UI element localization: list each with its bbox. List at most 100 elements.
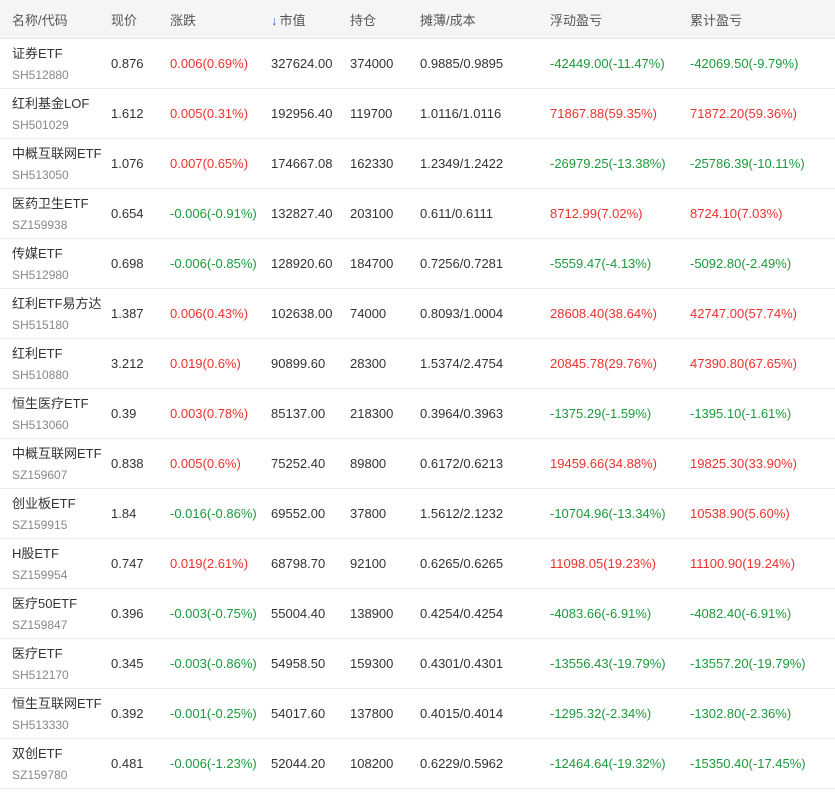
acc-pl-cell: -15350.40(-17.45%): [690, 756, 806, 771]
table-row[interactable]: 恒生医疗ETF SH513060 0.39 0.003(0.78%) 85137.00 2…: [0, 389, 835, 439]
fund-cell[interactable]: 传媒ETF SH512980: [0, 245, 111, 283]
price-cell: 1.387: [111, 306, 144, 321]
table-row[interactable]: 红利ETF易方达 SH515180 1.387 0.006(0.43%) 102638.…: [0, 289, 835, 339]
holdings-table: 名称/代码 现价 涨跌 ↓ 市值 持仓 摊薄/成本 浮动盈亏 累计盈亏 证券ETF…: [0, 0, 835, 789]
fund-name[interactable]: 红利ETF易方达: [12, 295, 111, 313]
col-header-float-pl[interactable]: 浮动盈亏: [550, 10, 690, 29]
col-header-acc-pl[interactable]: 累计盈亏: [690, 10, 835, 29]
price-cell: 0.838: [111, 456, 144, 471]
fund-code: SZ159954: [12, 567, 68, 582]
cost-cell: 0.3964/0.3963: [420, 406, 504, 421]
fund-name[interactable]: 证券ETF: [12, 45, 111, 63]
market-value-cell: 85137.00: [271, 406, 326, 421]
col-header-position[interactable]: 持仓: [350, 10, 420, 29]
table-row[interactable]: 中概互联网ETF SZ159607 0.838 0.005(0.6%) 75252.40…: [0, 439, 835, 489]
market-value-cell: 55004.40: [271, 606, 326, 621]
fund-cell[interactable]: 恒生互联网ETF SH513330: [0, 695, 111, 733]
table-row[interactable]: 红利基金LOF SH501029 1.612 0.005(0.31%) 192956.4…: [0, 89, 835, 139]
price-cell: 1.84: [111, 506, 137, 521]
price-cell: 0.392: [111, 706, 144, 721]
fund-code: SH513050: [12, 167, 69, 182]
float-pl-cell: -10704.96(-13.34%): [550, 506, 666, 521]
fund-cell[interactable]: 双创ETF SZ159780: [0, 745, 111, 783]
table-row[interactable]: 传媒ETF SH512980 0.698 -0.006(-0.85%) 128920.6…: [0, 239, 835, 289]
fund-cell[interactable]: 医药卫生ETF SZ159938: [0, 195, 111, 233]
acc-pl-cell: 8724.10(7.03%): [690, 206, 783, 221]
cost-cell: 0.8093/1.0004: [420, 306, 504, 321]
fund-name[interactable]: 医药卫生ETF: [12, 195, 111, 213]
col-header-market-value[interactable]: ↓ 市值: [271, 10, 350, 29]
table-row[interactable]: 恒生互联网ETF SH513330 0.392 -0.001(-0.25%) 54017…: [0, 689, 835, 739]
change-cell: 0.005(0.6%): [170, 456, 241, 471]
fund-code: SH513060: [12, 417, 69, 432]
col-header-price[interactable]: 现价: [111, 10, 170, 29]
change-cell: 0.003(0.78%): [170, 406, 249, 421]
cost-cell: 0.4015/0.4014: [420, 706, 504, 721]
position-cell: 184700: [350, 256, 394, 271]
fund-name[interactable]: 中概互联网ETF: [12, 145, 111, 163]
fund-code: SH512170: [12, 667, 69, 682]
position-cell: 89800: [350, 456, 387, 471]
market-value-cell: 52044.20: [271, 756, 326, 771]
acc-pl-cell: 71872.20(59.36%): [690, 106, 797, 121]
position-cell: 37800: [350, 506, 387, 521]
change-cell: -0.003(-0.86%): [170, 656, 257, 671]
change-cell: -0.006(-0.91%): [170, 206, 257, 221]
float-pl-cell: -4083.66(-6.91%): [550, 606, 652, 621]
table-row[interactable]: 证券ETF SH512880 0.876 0.006(0.69%) 327624.00 3…: [0, 39, 835, 89]
fund-cell[interactable]: 创业板ETF SZ159915: [0, 495, 111, 533]
table-row[interactable]: 创业板ETF SZ159915 1.84 -0.016(-0.86%) 69552.00…: [0, 489, 835, 539]
float-pl-cell: 11098.05(19.23%): [550, 556, 657, 571]
fund-name[interactable]: 红利ETF: [12, 345, 111, 363]
fund-name[interactable]: 双创ETF: [12, 745, 111, 763]
position-cell: 74000: [350, 306, 387, 321]
fund-cell[interactable]: 证券ETF SH512880: [0, 45, 111, 83]
change-cell: 0.006(0.43%): [170, 306, 249, 321]
fund-name[interactable]: H股ETF: [12, 545, 111, 563]
fund-cell[interactable]: 医疗50ETF SZ159847: [0, 595, 111, 633]
fund-name[interactable]: 中概互联网ETF: [12, 445, 111, 463]
float-pl-cell: -13556.43(-19.79%): [550, 656, 666, 671]
fund-name[interactable]: 恒生医疗ETF: [12, 395, 111, 413]
position-cell: 119700: [350, 106, 393, 121]
fund-cell[interactable]: 医疗ETF SH512170: [0, 645, 111, 683]
col-header-market-value-label: 市值: [279, 12, 306, 28]
position-cell: 162330: [350, 156, 394, 171]
change-cell: -0.003(-0.75%): [170, 606, 257, 621]
fund-name[interactable]: 医疗ETF: [12, 645, 111, 663]
change-cell: -0.016(-0.86%): [170, 506, 257, 521]
fund-code: SH512880: [12, 67, 69, 82]
fund-name[interactable]: 医疗50ETF: [12, 595, 111, 613]
market-value-cell: 192956.40: [271, 106, 333, 121]
fund-cell[interactable]: 中概互联网ETF SH513050: [0, 145, 111, 183]
fund-cell[interactable]: H股ETF SZ159954: [0, 545, 111, 583]
table-row[interactable]: 红利ETF SH510880 3.212 0.019(0.6%) 90899.60 283…: [0, 339, 835, 389]
price-cell: 0.698: [111, 256, 144, 271]
table-row[interactable]: 医药卫生ETF SZ159938 0.654 -0.006(-0.91%) 132827…: [0, 189, 835, 239]
fund-cell[interactable]: 红利ETF易方达 SH515180: [0, 295, 111, 333]
fund-name[interactable]: 红利基金LOF: [12, 95, 111, 113]
col-header-change[interactable]: 涨跌: [170, 10, 271, 29]
col-header-name[interactable]: 名称/代码: [0, 10, 111, 29]
fund-name[interactable]: 恒生互联网ETF: [12, 695, 111, 713]
fund-cell[interactable]: 红利ETF SH510880: [0, 345, 111, 383]
fund-name[interactable]: 创业板ETF: [12, 495, 111, 513]
col-header-cost[interactable]: 摊薄/成本: [420, 10, 550, 29]
float-pl-cell: -1375.29(-1.59%): [550, 406, 652, 421]
table-row[interactable]: 医疗50ETF SZ159847 0.396 -0.003(-0.75%) 55004.…: [0, 589, 835, 639]
table-row[interactable]: 医疗ETF SH512170 0.345 -0.003(-0.86%) 54958.50…: [0, 639, 835, 689]
float-pl-cell: -1295.32(-2.34%): [550, 706, 652, 721]
cost-cell: 1.5374/2.4754: [420, 356, 504, 371]
cost-cell: 0.4301/0.4301: [420, 656, 504, 671]
table-body: 证券ETF SH512880 0.876 0.006(0.69%) 327624.00 3…: [0, 39, 835, 789]
table-row[interactable]: 中概互联网ETF SH513050 1.076 0.007(0.65%) 174667.…: [0, 139, 835, 189]
table-row[interactable]: 双创ETF SZ159780 0.481 -0.006(-1.23%) 52044.20…: [0, 739, 835, 789]
fund-name[interactable]: 传媒ETF: [12, 245, 111, 263]
fund-cell[interactable]: 红利基金LOF SH501029: [0, 95, 111, 133]
price-cell: 0.396: [111, 606, 144, 621]
fund-cell[interactable]: 恒生医疗ETF SH513060: [0, 395, 111, 433]
market-value-cell: 90899.60: [271, 356, 326, 371]
table-row[interactable]: H股ETF SZ159954 0.747 0.019(2.61%) 68798.70 92…: [0, 539, 835, 589]
float-pl-cell: 19459.66(34.88%): [550, 456, 657, 471]
fund-cell[interactable]: 中概互联网ETF SZ159607: [0, 445, 111, 483]
